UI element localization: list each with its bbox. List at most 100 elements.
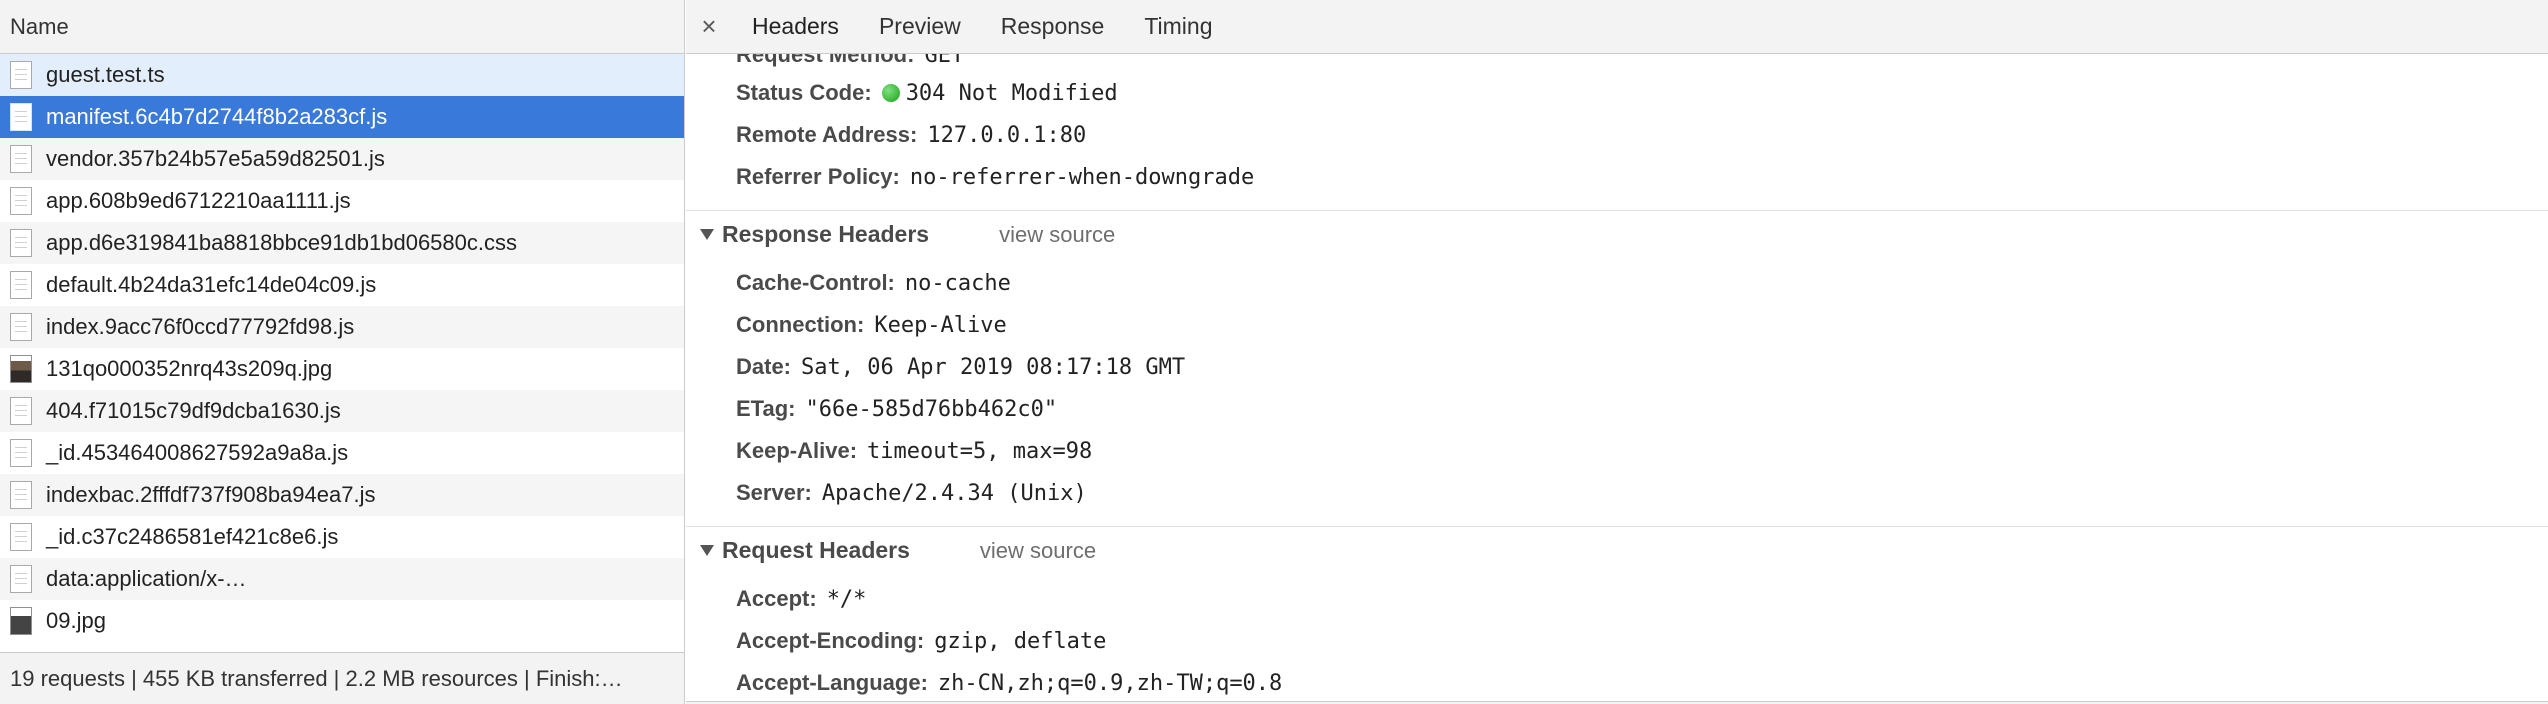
request-name: index.9acc76f0ccd77792fd98.js xyxy=(46,314,355,339)
header-value: GET xyxy=(924,54,965,68)
request-row[interactable]: indexbac.2fffdf737f908ba94ea7.js xyxy=(0,474,684,516)
request-name: 404.f71015c79df9dcba1630.js xyxy=(46,398,341,423)
request-name: indexbac.2fffdf737f908ba94ea7.js xyxy=(46,482,376,507)
header-row: ETag: "66e-585d76bb462c0" xyxy=(736,396,1057,422)
tab-timing[interactable]: Timing xyxy=(1124,0,1232,54)
header-key: Referrer Policy: xyxy=(736,164,900,189)
request-name: default.4b24da31efc14de04c09.js xyxy=(46,272,377,297)
file-icon xyxy=(10,397,32,425)
expand-triangle-icon[interactable] xyxy=(700,545,714,556)
request-name: vendor.357b24b57e5a59d82501.js xyxy=(46,146,385,171)
header-key: Connection: xyxy=(736,312,865,337)
status-ok-icon xyxy=(881,84,900,102)
request-name: guest.test.ts xyxy=(46,62,165,87)
status-bar: 19 requests | 455 KB transferred | 2.2 M… xyxy=(0,652,684,704)
request-list-panel: Name guest.test.ts manifest.6c4b7d2744f8b… xyxy=(0,0,685,704)
header-value: timeout=5, max=98 xyxy=(867,438,1093,464)
request-list: guest.test.ts manifest.6c4b7d2744f8b2a283… xyxy=(0,54,684,652)
file-icon xyxy=(10,145,32,173)
header-row: Keep-Alive: timeout=5, max=98 xyxy=(736,438,1092,464)
general-row-status-code: Status Code: 304 Not Modified xyxy=(736,80,1118,106)
request-name: manifest.6c4b7d2744f8b2a283cf.js xyxy=(46,104,388,129)
header-value: 304 Not Modified xyxy=(905,80,1118,106)
request-details-panel: × Headers Preview Response Timing Reques… xyxy=(686,0,2548,704)
name-column-label: Name xyxy=(10,13,69,39)
request-row[interactable]: manifest.6c4b7d2744f8b2a283cf.js xyxy=(0,96,684,138)
header-row: Accept: */* xyxy=(736,586,866,612)
header-value: no-referrer-when-downgrade xyxy=(909,164,1255,190)
header-value: Sat, 06 Apr 2019 08:17:18 GMT xyxy=(801,354,1186,380)
request-row[interactable]: _id.453464008627592a9a8a.js xyxy=(0,432,684,474)
header-value: */* xyxy=(826,586,867,612)
section-title: Response Headers xyxy=(722,221,930,247)
image-icon xyxy=(10,355,32,383)
header-key: Status Code: xyxy=(736,80,872,105)
header-value: 127.0.0.1:80 xyxy=(927,122,1087,148)
request-row[interactable]: vendor.357b24b57e5a59d82501.js xyxy=(0,138,684,180)
header-key: Accept-Language: xyxy=(736,670,928,695)
close-icon[interactable]: × xyxy=(686,11,732,42)
request-row[interactable]: _id.c37c2486581ef421c8e6.js xyxy=(0,516,684,558)
header-key: Accept-Encoding: xyxy=(736,628,925,653)
section-title: Request Headers xyxy=(722,537,910,563)
expand-triangle-icon[interactable] xyxy=(700,229,714,240)
header-value: Apache/2.4.34 (Unix) xyxy=(821,480,1087,506)
header-key: Cache-Control: xyxy=(736,270,895,295)
header-key: Request Method: xyxy=(736,54,915,67)
request-headers-section-header[interactable]: Request Headers view source xyxy=(686,526,2548,574)
header-row: Accept-Language: zh-CN,zh;q=0.9,zh-TW;q=0… xyxy=(736,670,1282,696)
file-icon xyxy=(10,187,32,215)
file-icon xyxy=(10,61,32,89)
request-name: app.608b9ed6712210aa1111.js xyxy=(46,188,351,213)
header-value: no-cache xyxy=(904,270,1011,296)
tab-headers[interactable]: Headers xyxy=(732,0,859,54)
request-row[interactable]: index.9acc76f0ccd77792fd98.js xyxy=(0,306,684,348)
request-name: 09.jpg xyxy=(46,608,106,633)
request-row[interactable]: app.608b9ed6712210aa1111.js xyxy=(0,180,684,222)
details-tab-bar: × Headers Preview Response Timing xyxy=(686,0,2548,54)
header-row: Date: Sat, 06 Apr 2019 08:17:18 GMT xyxy=(736,354,1185,380)
file-icon xyxy=(10,103,32,131)
status-bar-summary: 19 requests | 455 KB transferred | 2.2 M… xyxy=(10,665,623,691)
request-row[interactable]: 131qo000352nrq43s209q.jpg xyxy=(0,348,684,390)
file-icon xyxy=(10,313,32,341)
header-key: Date: xyxy=(736,354,792,379)
general-row-remote-address: Remote Address: 127.0.0.1:80 xyxy=(736,122,1086,148)
header-key: Server: xyxy=(736,480,812,505)
header-row: Accept-Encoding: gzip, deflate xyxy=(736,628,1106,654)
general-row-referrer-policy: Referrer Policy: no-referrer-when-downgr… xyxy=(736,164,1254,190)
header-key: ETag: xyxy=(736,396,796,421)
request-name: _id.453464008627592a9a8a.js xyxy=(46,440,349,465)
request-name: 131qo000352nrq43s209q.jpg xyxy=(46,356,333,381)
request-row[interactable]: 404.f71015c79df9dcba1630.js xyxy=(0,390,684,432)
header-value: gzip, deflate xyxy=(934,628,1107,654)
view-source-link[interactable]: view source xyxy=(980,538,1096,564)
request-row[interactable]: app.d6e319841ba8818bbce91db1bd06580c.css xyxy=(0,222,684,264)
image-icon xyxy=(10,607,32,635)
tab-response[interactable]: Response xyxy=(981,0,1125,54)
request-name: _id.c37c2486581ef421c8e6.js xyxy=(46,524,339,549)
header-value: zh-CN,zh;q=0.9,zh-TW;q=0.8 xyxy=(937,670,1283,696)
name-column-header[interactable]: Name xyxy=(0,0,684,54)
request-row[interactable]: default.4b24da31efc14de04c09.js xyxy=(0,264,684,306)
file-icon xyxy=(10,229,32,257)
file-icon xyxy=(10,565,32,593)
header-row: Server: Apache/2.4.34 (Unix) xyxy=(736,480,1087,506)
tab-preview[interactable]: Preview xyxy=(859,0,981,54)
response-headers-section-header[interactable]: Response Headers view source xyxy=(686,210,2548,258)
headers-content: Request Method: GET Status Code: 304 Not… xyxy=(686,54,2548,704)
header-key: Remote Address: xyxy=(736,122,918,147)
file-icon xyxy=(10,523,32,551)
file-icon xyxy=(10,271,32,299)
file-icon xyxy=(10,481,32,509)
request-name: app.d6e319841ba8818bbce91db1bd06580c.css xyxy=(46,230,517,255)
request-row[interactable]: guest.test.ts xyxy=(0,54,684,96)
header-value: Keep-Alive xyxy=(874,312,1007,338)
header-key: Keep-Alive: xyxy=(736,438,858,463)
request-row[interactable]: 09.jpg xyxy=(0,600,684,642)
request-row[interactable]: data:application/x-… xyxy=(0,558,684,600)
request-name: data:application/x-… xyxy=(46,566,247,591)
header-row: Connection: Keep-Alive xyxy=(736,312,1007,338)
view-source-link[interactable]: view source xyxy=(999,222,1115,248)
file-icon xyxy=(10,439,32,467)
